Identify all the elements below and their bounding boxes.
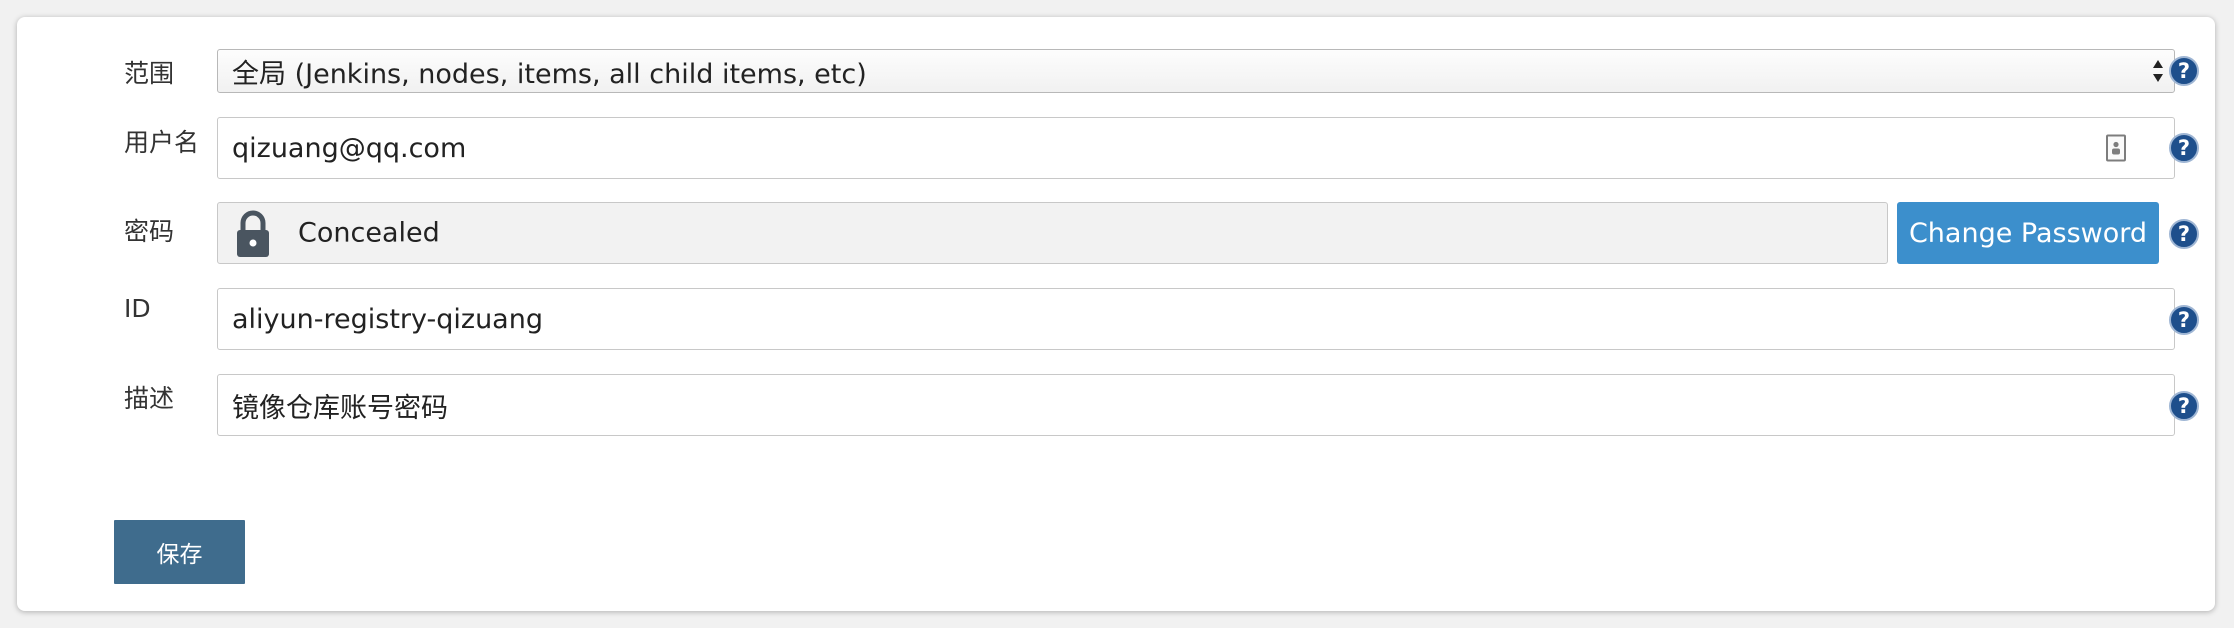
password-concealed-text: Concealed — [298, 217, 440, 249]
scope-label: 范围 — [124, 59, 175, 88]
select-arrows-icon — [2153, 60, 2163, 82]
credentials-form-card: 范围 全局 (Jenkins, nodes, items, all child … — [17, 17, 2215, 611]
lock-icon — [237, 210, 269, 257]
description-value: 镜像仓库账号密码 — [232, 392, 448, 424]
contact-card-icon[interactable] — [2106, 134, 2126, 162]
id-label: ID — [124, 294, 151, 323]
description-label: 描述 — [124, 384, 175, 413]
change-password-button[interactable]: Change Password — [1897, 202, 2159, 264]
username-label: 用户名 — [124, 128, 200, 157]
password-help-icon[interactable]: ? — [2169, 219, 2199, 249]
description-help-icon[interactable]: ? — [2169, 391, 2199, 421]
username-help-icon[interactable]: ? — [2169, 133, 2199, 163]
password-concealed-field: Concealed — [217, 202, 1888, 264]
scope-select-value: 全局 (Jenkins, nodes, items, all child ite… — [232, 58, 867, 90]
password-label: 密码 — [124, 217, 175, 246]
id-value: aliyun-registry-qizuang — [232, 303, 543, 335]
scope-select[interactable]: 全局 (Jenkins, nodes, items, all child ite… — [217, 49, 2175, 93]
id-input[interactable]: aliyun-registry-qizuang — [217, 288, 2175, 350]
scope-help-icon[interactable]: ? — [2169, 56, 2199, 86]
description-input[interactable]: 镜像仓库账号密码 — [217, 374, 2175, 436]
username-input[interactable]: qizuang@qq.com — [217, 117, 2175, 179]
save-button[interactable]: 保存 — [114, 520, 245, 584]
username-value: qizuang@qq.com — [232, 132, 467, 164]
id-help-icon[interactable]: ? — [2169, 305, 2199, 335]
